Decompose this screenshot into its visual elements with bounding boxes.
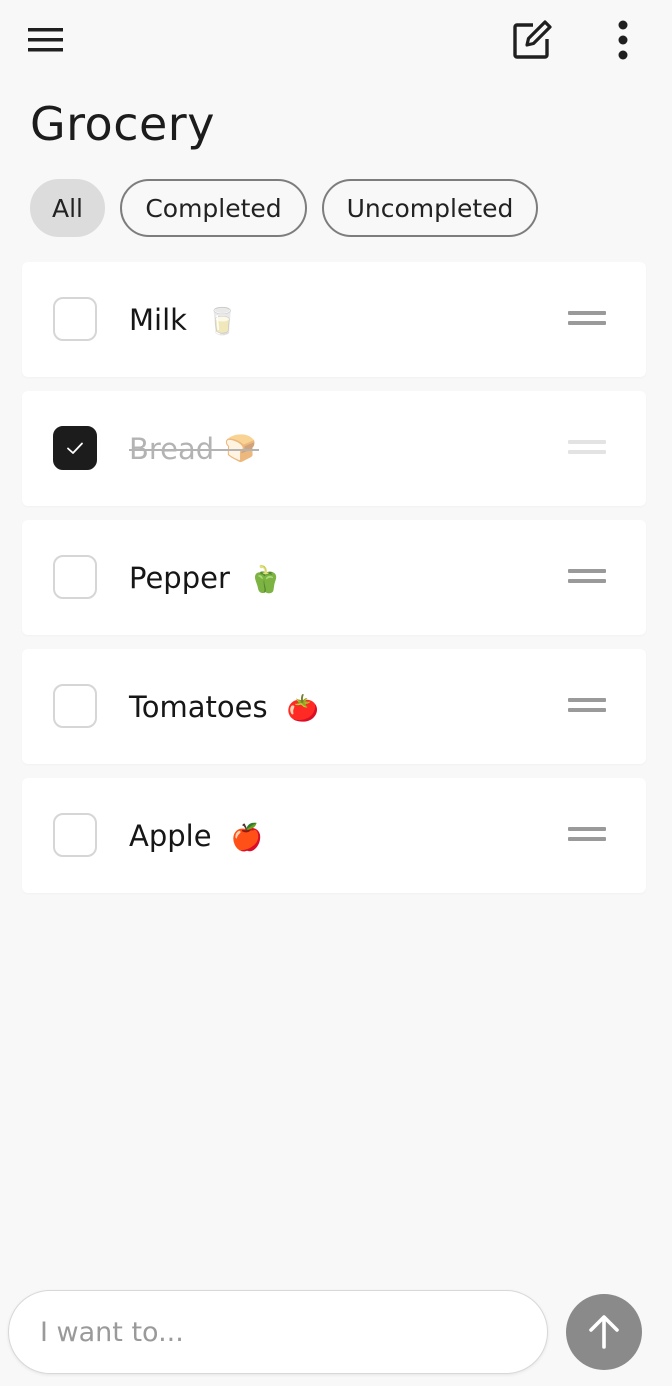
apple-emoji-icon: 🍎 — [230, 822, 264, 853]
drag-handle-icon[interactable] — [568, 696, 606, 716]
list-item[interactable]: Bread 🍞 — [22, 391, 646, 506]
edit-list-button[interactable] — [504, 14, 560, 66]
drag-handle-icon[interactable] — [568, 567, 606, 587]
item-text-wrap: Pepper 🫑 — [129, 561, 281, 595]
tomato-emoji-icon: 🍅 — [286, 693, 320, 724]
item-checkbox[interactable] — [53, 684, 97, 728]
list-item[interactable]: Milk 🥛 — [22, 262, 646, 377]
checkmark-icon — [67, 442, 83, 454]
item-label: Bread 🍞 — [129, 391, 259, 506]
hamburger-menu-icon — [28, 28, 63, 52]
item-checkbox[interactable] — [53, 297, 97, 341]
item-label: Pepper 🫑 — [129, 520, 281, 635]
filter-chip-completed[interactable]: Completed — [120, 179, 307, 237]
item-checkbox[interactable] — [53, 555, 97, 599]
pepper-emoji-icon: 🫑 — [249, 564, 282, 595]
arrow-up-icon — [589, 1315, 619, 1349]
more-options-button[interactable] — [598, 14, 648, 66]
send-button[interactable] — [566, 1294, 642, 1370]
new-item-input[interactable] — [38, 1315, 522, 1349]
grocery-app: Grocery All Completed Uncompleted Milk 🥛 — [0, 0, 672, 1386]
item-label: Tomatoes 🍅 — [129, 649, 319, 764]
filter-chip-uncompleted[interactable]: Uncompleted — [322, 179, 538, 237]
list-item[interactable]: Apple 🍎 — [22, 778, 646, 893]
milk-emoji-icon: 🥛 — [206, 306, 239, 337]
page-title: Grocery — [30, 97, 215, 151]
bread-emoji-icon: 🍞 — [224, 433, 257, 464]
drag-handle-icon[interactable] — [568, 438, 606, 458]
item-name: Pepper — [129, 560, 230, 595]
item-text-wrap: Bread 🍞 — [129, 431, 259, 466]
item-text-wrap: Tomatoes 🍅 — [129, 690, 319, 724]
list-item[interactable]: Pepper 🫑 — [22, 520, 646, 635]
top-app-bar — [0, 0, 672, 80]
edit-note-icon — [513, 20, 552, 59]
item-text-wrap: Milk 🥛 — [129, 303, 239, 337]
item-text-wrap: Apple 🍎 — [129, 819, 263, 853]
filter-chip-all[interactable]: All — [30, 179, 105, 237]
grocery-list: Milk 🥛 Bread 🍞 Pepper 🫑 Tomatoes 🍅 Apple… — [22, 262, 646, 907]
item-name: Apple — [129, 818, 212, 853]
item-checkbox[interactable] — [53, 813, 97, 857]
item-name: Tomatoes — [129, 689, 268, 724]
drag-handle-icon[interactable] — [568, 309, 606, 329]
item-name: Bread — [129, 431, 215, 466]
more-vertical-icon — [618, 20, 628, 60]
list-item[interactable]: Tomatoes 🍅 — [22, 649, 646, 764]
item-label: Apple 🍎 — [129, 778, 263, 893]
menu-button[interactable] — [20, 16, 72, 64]
item-name: Milk — [129, 302, 187, 337]
item-label: Milk 🥛 — [129, 262, 239, 377]
item-checkbox[interactable] — [53, 426, 97, 470]
composer-field — [8, 1290, 548, 1374]
drag-handle-icon[interactable] — [568, 825, 606, 845]
